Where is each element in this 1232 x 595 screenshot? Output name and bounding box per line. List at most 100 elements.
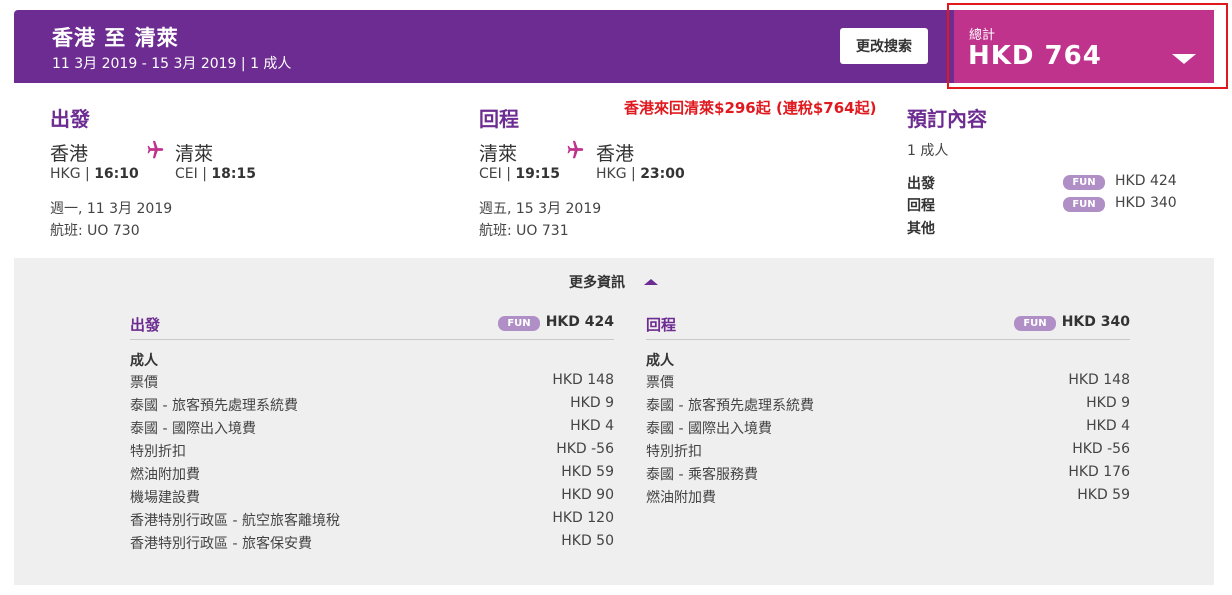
summary-row-inbound: 回程 FUN HKD 340 <box>907 195 1177 215</box>
outbound-departure: HKG | 16:10 <box>50 166 139 182</box>
inbound-date: 週五, 15 3月 2019 <box>479 201 602 217</box>
inbound-title: 回程 <box>479 107 519 131</box>
fee-name: 泰國 - 國際出入境費 <box>646 421 772 437</box>
fee-name: 香港特別行政區 - 旅客保安費 <box>130 536 312 552</box>
breakdown-title: 出發 <box>130 316 161 334</box>
summary-row-other: 其他 <box>907 218 1177 238</box>
fee-amount: HKD 4 <box>570 418 614 434</box>
fee-name: 票價 <box>646 375 674 391</box>
inbound-breakdown: 回程 FUN HKD 340 成人 票價 HKD 148 泰國 - 旅客預先處理系… <box>646 314 1130 510</box>
airplane-icon <box>567 140 584 159</box>
inbound-from-time: 19:15 <box>515 166 560 182</box>
outbound-to-code: CEI <box>175 166 198 182</box>
fare-badge: FUN <box>1063 175 1105 190</box>
fee-name: 香港特別行政區 - 航空旅客離境稅 <box>130 513 340 529</box>
fee-amount: HKD 9 <box>570 395 614 411</box>
chevron-down-icon <box>1172 54 1196 64</box>
fee-amount: HKD 176 <box>1068 464 1130 480</box>
fee-amount: HKD -56 <box>556 441 614 457</box>
breakdown-header: 回程 FUN HKD 340 <box>646 314 1130 340</box>
fee-row: 香港特別行政區 - 航空旅客離境稅 HKD 120 <box>130 510 614 533</box>
fee-amount: HKD -56 <box>1072 441 1130 457</box>
fare-badge: FUN <box>1014 316 1056 331</box>
outbound-breakdown: 出發 FUN HKD 424 成人 票價 HKD 148 泰國 - 旅客預先處理系… <box>130 314 614 556</box>
fee-amount: HKD 148 <box>1068 372 1130 388</box>
breakdown-pax: 成人 <box>646 353 674 369</box>
breakdown-total: HKD 424 <box>545 314 614 330</box>
fee-row: 特別折扣 HKD -56 <box>646 441 1130 464</box>
summary-row-outbound: 出發 FUN HKD 424 <box>907 173 1177 193</box>
fee-row: 泰國 - 乘客服務費 HKD 176 <box>646 464 1130 487</box>
fee-row: 泰國 - 旅客預先處理系統費 HKD 9 <box>130 395 614 418</box>
outbound-date: 週一, 11 3月 2019 <box>50 201 173 217</box>
total-price-toggle[interactable]: 總計 HKD 764 <box>954 10 1214 83</box>
chevron-up-icon[interactable] <box>644 279 658 285</box>
fee-name: 泰國 - 乘客服務費 <box>646 467 758 483</box>
fee-name: 燃油附加費 <box>646 490 716 506</box>
fee-amount: HKD 4 <box>1086 418 1130 434</box>
inbound-from-city: 清萊 <box>479 143 518 165</box>
fee-row: 泰國 - 旅客預先處理系統費 HKD 9 <box>646 395 1130 418</box>
fee-amount: HKD 120 <box>552 510 614 526</box>
breakdown-title: 回程 <box>646 316 677 334</box>
fee-amount: HKD 148 <box>552 372 614 388</box>
summary-passengers: 1 成人 <box>907 143 949 159</box>
breakdown-header: 出發 FUN HKD 424 <box>130 314 614 340</box>
fee-name: 泰國 - 旅客預先處理系統費 <box>646 398 814 414</box>
fee-name: 票價 <box>130 375 158 391</box>
outbound-arrival: CEI | 18:15 <box>175 166 256 182</box>
fee-row: 燃油附加費 HKD 59 <box>646 487 1130 510</box>
outbound-from-code: HKG <box>50 166 81 182</box>
breakdown-total: HKD 340 <box>1061 314 1130 330</box>
summary-label: 出發 <box>907 176 935 192</box>
inbound-to-code: HKG <box>596 166 627 182</box>
fee-amount: HKD 59 <box>1077 487 1130 503</box>
inbound-departure: CEI | 19:15 <box>479 166 560 182</box>
fare-badge: FUN <box>498 316 540 331</box>
fee-row: 泰國 - 國際出入境費 HKD 4 <box>130 418 614 441</box>
fee-name: 機場建設費 <box>130 490 200 506</box>
summary-label: 其他 <box>907 221 935 237</box>
route-title: 香港 至 清萊 <box>52 26 179 50</box>
total-amount: HKD 764 <box>968 41 1102 71</box>
promo-text: 香港來回清萊$296起 (連稅$764起) <box>624 99 877 117</box>
inbound-flight: 航班: UO 731 <box>479 223 569 239</box>
fee-name: 泰國 - 國際出入境費 <box>130 421 256 437</box>
inbound-arrival: HKG | 23:00 <box>596 166 685 182</box>
fee-row: 香港特別行政區 - 旅客保安費 HKD 50 <box>130 533 614 556</box>
outbound-title: 出發 <box>50 107 90 131</box>
fee-row: 票價 HKD 148 <box>646 372 1130 395</box>
inbound-to-time: 23:00 <box>640 166 685 182</box>
summary-amount: HKD 424 <box>1115 173 1177 189</box>
fee-name: 特別折扣 <box>646 444 702 460</box>
trip-dates: 11 3月 2019 - 15 3月 2019 | 1 成人 <box>52 56 292 72</box>
airplane-icon <box>147 140 164 159</box>
price-details-panel: 更多資訊 出發 FUN HKD 424 成人 票價 HKD 148 泰國 - 旅客… <box>14 258 1214 585</box>
fee-row: 泰國 - 國際出入境費 HKD 4 <box>646 418 1130 441</box>
breakdown-pax: 成人 <box>130 353 158 369</box>
inbound-to-city: 香港 <box>596 143 635 165</box>
fee-row: 特別折扣 HKD -56 <box>130 441 614 464</box>
outbound-from-city: 香港 <box>50 143 89 165</box>
fee-row: 燃油附加費 HKD 59 <box>130 464 614 487</box>
fee-amount: HKD 90 <box>561 487 614 503</box>
fee-name: 泰國 - 旅客預先處理系統費 <box>130 398 298 414</box>
modify-search-button[interactable]: 更改搜索 <box>840 28 928 64</box>
summary-label: 回程 <box>907 198 935 214</box>
fee-amount: HKD 9 <box>1086 395 1130 411</box>
booking-summary-title: 預訂內容 <box>907 107 987 131</box>
outbound-to-time: 18:15 <box>211 166 256 182</box>
fee-row: 機場建設費 HKD 90 <box>130 487 614 510</box>
fee-name: 燃油附加費 <box>130 467 200 483</box>
fare-badge: FUN <box>1063 197 1105 212</box>
fee-amount: HKD 59 <box>561 464 614 480</box>
summary-amount: HKD 340 <box>1115 195 1177 211</box>
outbound-to-city: 清萊 <box>175 143 214 165</box>
fee-amount: HKD 50 <box>561 533 614 549</box>
outbound-from-time: 16:10 <box>94 166 139 182</box>
fee-name: 特別折扣 <box>130 444 186 460</box>
more-info-toggle[interactable]: 更多資訊 <box>569 272 625 292</box>
outbound-flight: 航班: UO 730 <box>50 223 140 239</box>
fee-row: 票價 HKD 148 <box>130 372 614 395</box>
inbound-from-code: CEI <box>479 166 502 182</box>
